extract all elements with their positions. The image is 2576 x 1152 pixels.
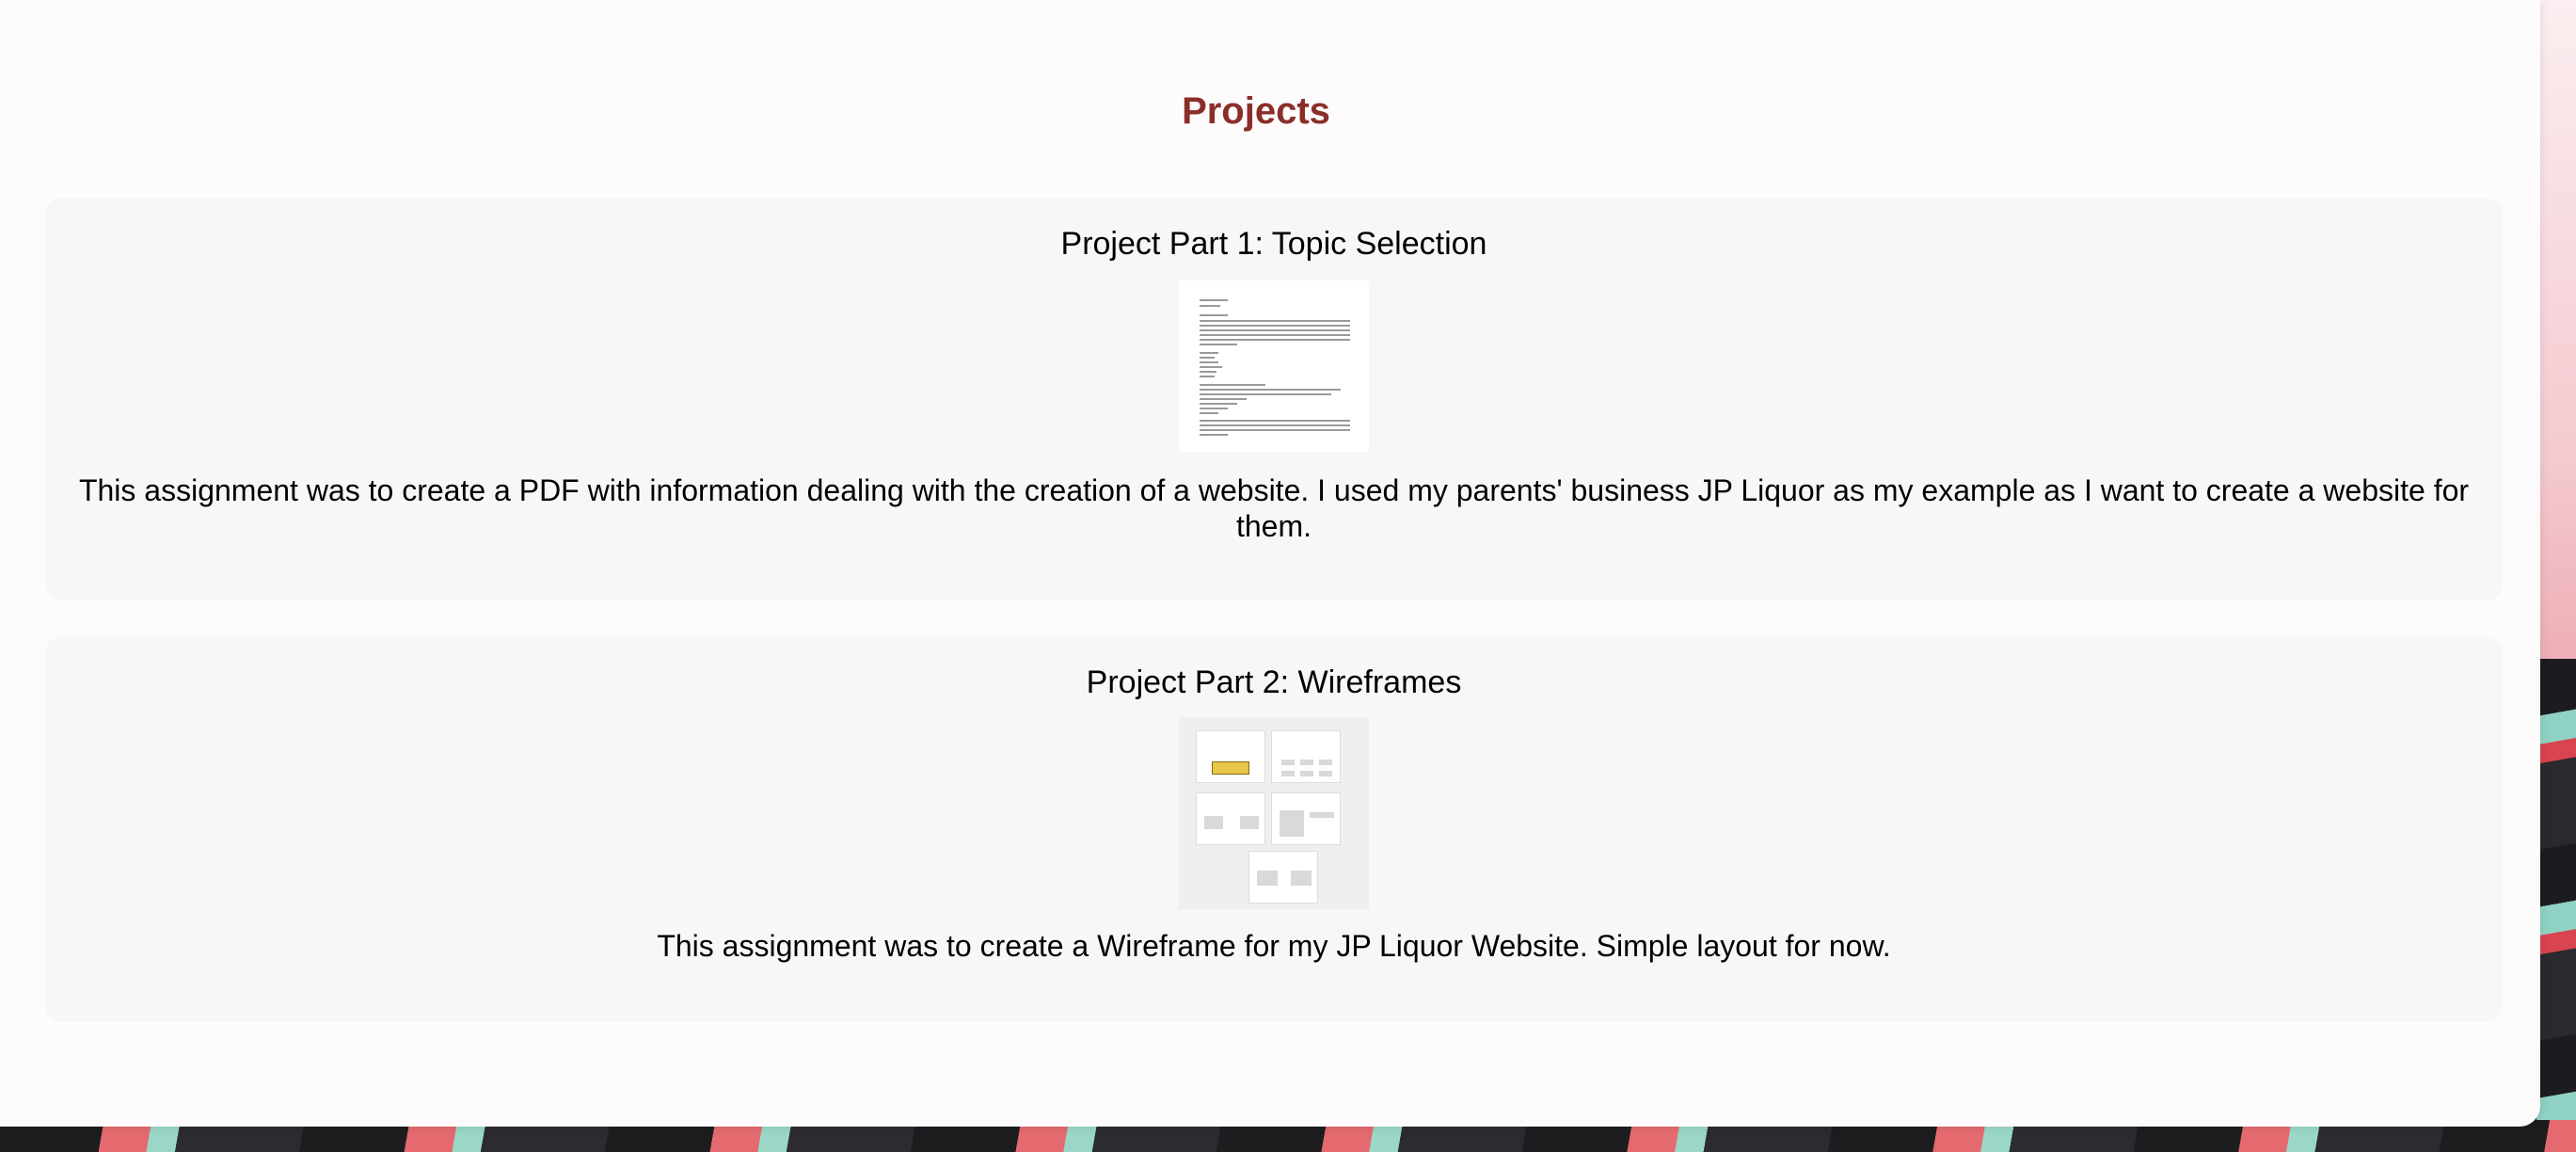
project-title: Project Part 1: Topic Selection <box>1060 226 1487 262</box>
project-description: This assignment was to create a PDF with… <box>78 473 2470 543</box>
project-thumbnail[interactable] <box>1179 717 1369 909</box>
project-thumbnail[interactable] <box>1179 280 1369 452</box>
project-title: Project Part 2: Wireframes <box>1086 664 1462 700</box>
project-description: This assignment was to create a Wirefram… <box>657 929 1891 963</box>
project-card-2: Project Part 2: Wireframes This assignme… <box>45 636 2503 1022</box>
section-title: Projects <box>1182 90 1330 132</box>
background-image-edge <box>2536 659 2576 1120</box>
projects-panel: Projects Project Part 1: Topic Selection <box>0 0 2540 1127</box>
project-card-1: Project Part 1: Topic Selection This ass… <box>45 198 2503 600</box>
